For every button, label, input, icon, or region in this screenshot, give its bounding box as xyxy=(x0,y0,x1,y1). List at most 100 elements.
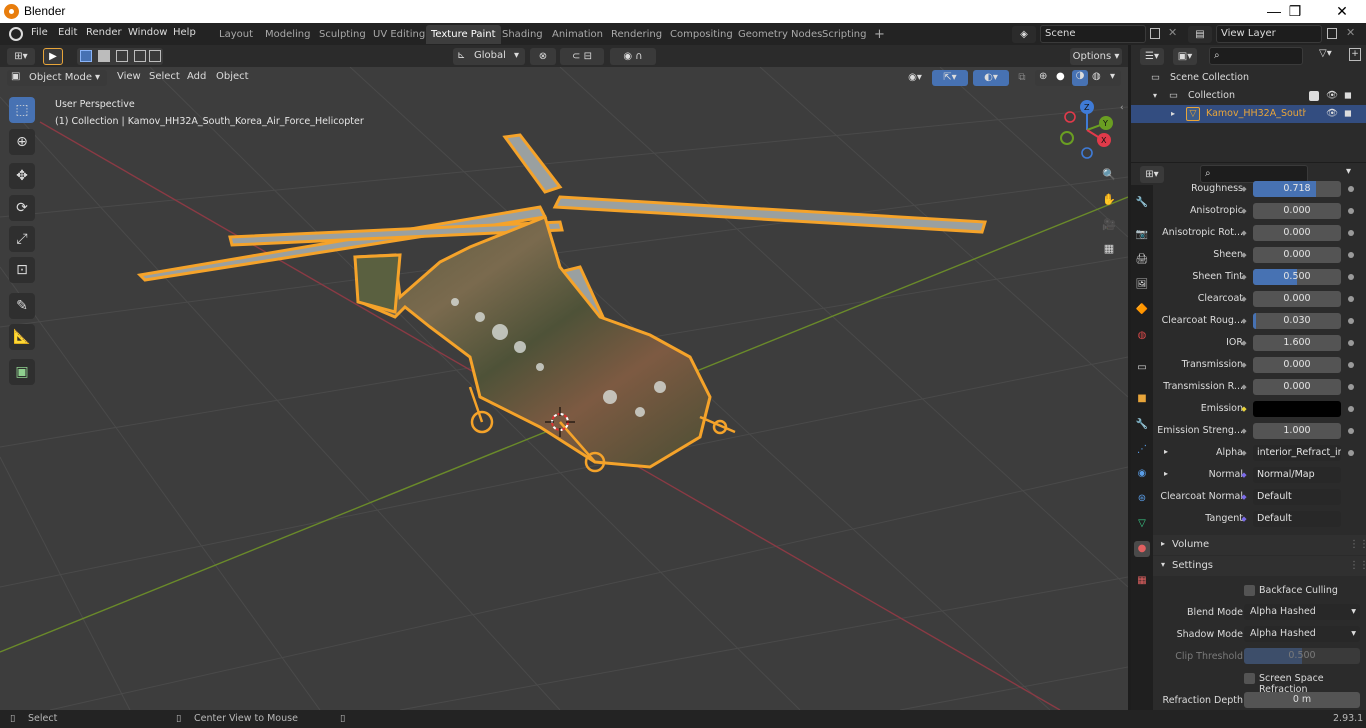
ior-field[interactable]: 1.600 xyxy=(1253,335,1341,351)
sidebar-toggle-icon[interactable]: ‹ xyxy=(1120,103,1124,113)
sheen-slider[interactable]: 0.000 xyxy=(1253,247,1341,263)
alpha-link-field[interactable]: interior_Refract_inv... xyxy=(1253,445,1341,461)
tab-layout[interactable]: Layout xyxy=(214,25,258,44)
select-intersect-icon[interactable] xyxy=(149,50,161,62)
drag-handle-icon[interactable]: ⋮⋮ xyxy=(1349,560,1366,571)
eye-icon[interactable]: 👁 xyxy=(1326,87,1338,105)
options-dropdown[interactable]: Options ▾ xyxy=(1070,48,1122,65)
texture-tab-icon[interactable]: ▦ xyxy=(1134,573,1150,589)
camera-render-icon[interactable]: ◼ xyxy=(1344,105,1352,123)
expand-arrow-icon[interactable]: ▸ xyxy=(1171,105,1175,123)
checkbox-icon[interactable] xyxy=(1309,91,1319,101)
physics-tab-icon[interactable]: ◉ xyxy=(1134,466,1150,482)
keyframe-icon[interactable] xyxy=(1348,406,1354,412)
cursor-tool-icon[interactable]: ⊕ xyxy=(9,129,35,155)
add-cube-tool-icon[interactable]: ▣ xyxy=(9,359,35,385)
clip-threshold-slider[interactable]: 0.500 xyxy=(1244,648,1360,664)
refraction-depth-field[interactable]: 0 m xyxy=(1244,692,1360,708)
annotate-tool-icon[interactable]: ✎ xyxy=(9,293,35,319)
particles-tab-icon[interactable]: ⋰ xyxy=(1134,442,1150,458)
clearcoat-normal-field[interactable]: Default xyxy=(1253,489,1341,505)
drag-handle-icon[interactable]: ⋮⋮ xyxy=(1349,539,1366,550)
outliner-search-input[interactable]: ⌕ xyxy=(1209,47,1303,65)
keyframe-icon[interactable] xyxy=(1348,340,1354,346)
move-tool-icon[interactable]: ✥ xyxy=(9,163,35,189)
tab-uv-editing[interactable]: UV Editing xyxy=(368,25,430,44)
tool-tab-icon[interactable]: 🔧 xyxy=(1134,195,1150,211)
socket-dot-icon[interactable]: ◆ xyxy=(1239,272,1249,282)
select-subtract-icon[interactable] xyxy=(116,50,128,62)
gizmo-toggle-icon[interactable]: ⇱▾ xyxy=(932,70,968,86)
editor-type-icon[interactable]: ⊞▾ xyxy=(7,48,35,65)
proportional-edit-icon[interactable]: ◉ ∩ xyxy=(610,48,656,65)
socket-dot-icon[interactable]: ◆ xyxy=(1239,426,1249,436)
output-tab-icon[interactable]: 🖨 xyxy=(1134,252,1150,268)
filter-icon[interactable]: ▽▾ xyxy=(1319,48,1332,59)
view-layer-browse-icon[interactable]: ▤ xyxy=(1188,26,1212,43)
roughness-slider[interactable]: 0.718 xyxy=(1253,181,1341,197)
view-layer-field[interactable]: View Layer xyxy=(1216,25,1322,43)
volume-panel-header[interactable]: ▸ Volume ⋮⋮ xyxy=(1153,535,1366,555)
material-tab-icon[interactable]: ● xyxy=(1134,541,1150,557)
keyframe-icon[interactable] xyxy=(1348,274,1354,280)
socket-dot-icon[interactable]: ◆ xyxy=(1239,338,1249,348)
maximize-button[interactable]: ❒ xyxy=(1275,1,1315,21)
sheen-tint-slider[interactable]: 0.500 xyxy=(1253,269,1341,285)
solid-shading-icon[interactable]: ● xyxy=(1056,71,1065,82)
menu-window[interactable]: Window xyxy=(128,27,167,38)
data-tab-icon[interactable]: ▽ xyxy=(1134,516,1150,532)
outliner-row-scene-collection[interactable]: ▭ Scene Collection xyxy=(1131,69,1366,87)
backface-culling-checkbox[interactable] xyxy=(1244,585,1255,596)
collapse-arrow-icon[interactable]: ▾ xyxy=(1153,87,1157,105)
socket-dot-icon[interactable]: ◆ xyxy=(1239,360,1249,370)
tab-rendering[interactable]: Rendering xyxy=(606,25,667,44)
emission-color-swatch[interactable] xyxy=(1253,401,1341,417)
navigation-gizmo[interactable]: Z Y X xyxy=(1060,100,1113,159)
scene-tab-icon[interactable]: 🔶 xyxy=(1134,302,1150,318)
select-box-tool-icon[interactable]: ⬚ xyxy=(9,97,35,123)
keyframe-icon[interactable] xyxy=(1348,252,1354,258)
tab-geometry-nodes[interactable]: Geometry Nodes xyxy=(733,25,827,44)
keyframe-icon[interactable] xyxy=(1348,230,1354,236)
keyframe-icon[interactable] xyxy=(1348,428,1354,434)
select-tool-icon[interactable]: ▶ xyxy=(43,48,63,65)
socket-dot-icon[interactable]: ◆ xyxy=(1239,184,1249,194)
menu-render[interactable]: Render xyxy=(86,27,122,38)
tab-animation[interactable]: Animation xyxy=(547,25,608,44)
object-tab-icon[interactable]: ■ xyxy=(1134,391,1150,407)
render-tab-icon[interactable]: 📷 xyxy=(1134,227,1150,243)
select-new-icon[interactable] xyxy=(80,50,92,62)
view-layer-tab-icon[interactable]: 🖼 xyxy=(1134,277,1150,293)
pivot-point-icon[interactable]: ⊗ xyxy=(530,48,556,65)
new-collection-icon[interactable]: + xyxy=(1349,48,1361,61)
snap-icon[interactable]: ⊂ ⊟ xyxy=(560,48,604,65)
scene-name-field[interactable]: Scene xyxy=(1040,25,1146,43)
close-button[interactable]: ✕ xyxy=(1322,1,1362,21)
menu-help[interactable]: Help xyxy=(173,27,196,38)
keyframe-icon[interactable] xyxy=(1348,384,1354,390)
socket-dot-icon[interactable]: ◆ xyxy=(1239,294,1249,304)
menu-add[interactable]: Add xyxy=(187,71,206,82)
outliner-row-collection[interactable]: ▾ ▭ Collection 👁 ◼ xyxy=(1131,87,1366,105)
tab-sculpting[interactable]: Sculpting xyxy=(314,25,371,44)
keyframe-icon[interactable] xyxy=(1348,362,1354,368)
emission-strength-field[interactable]: 1.000 xyxy=(1253,423,1341,439)
anisotropic-rotation-slider[interactable]: 0.000 xyxy=(1253,225,1341,241)
expand-arrow-icon[interactable]: ▸ xyxy=(1164,447,1168,456)
socket-dot-icon[interactable]: ◆ xyxy=(1239,316,1249,326)
collection-tab-icon[interactable]: ▭ xyxy=(1134,360,1150,376)
menu-select[interactable]: Select xyxy=(149,71,180,82)
delete-view-layer-icon[interactable]: ✕ xyxy=(1346,26,1355,39)
constraint-tab-icon[interactable]: ⊛ xyxy=(1134,491,1150,507)
modifier-tab-icon[interactable]: 🔧 xyxy=(1134,417,1150,433)
material-preview-icon[interactable]: ◑ xyxy=(1072,70,1088,86)
rotate-tool-icon[interactable]: ⟳ xyxy=(9,195,35,221)
blender-menu-icon[interactable] xyxy=(9,27,23,41)
settings-panel-header[interactable]: ▾ Settings ⋮⋮ xyxy=(1153,556,1366,576)
keyframe-icon[interactable] xyxy=(1348,318,1354,324)
shadow-mode-dropdown[interactable]: Alpha Hashed ▾ xyxy=(1244,626,1360,642)
menu-file[interactable]: File xyxy=(31,27,48,38)
pan-hand-icon[interactable]: ✋ xyxy=(1099,190,1119,210)
scene-browse-icon[interactable]: ◈ xyxy=(1012,26,1036,43)
menu-edit[interactable]: Edit xyxy=(58,27,77,38)
